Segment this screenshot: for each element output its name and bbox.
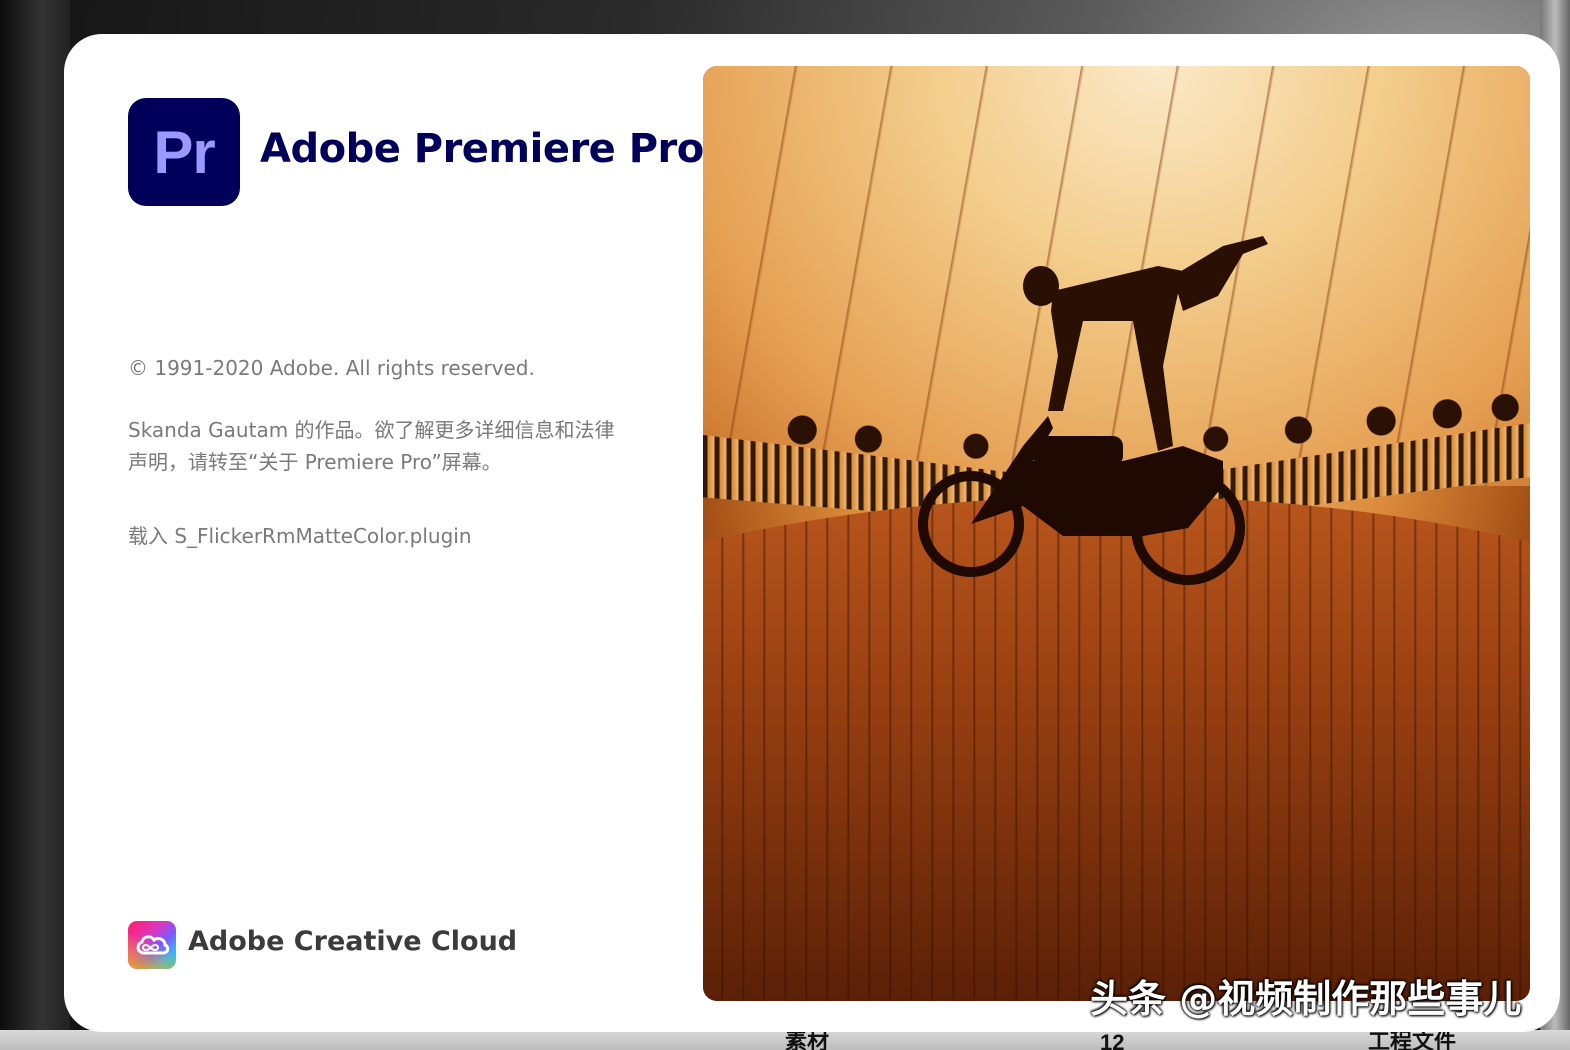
loading-status: 载入 S_FlickerRmMatteColor.plugin bbox=[128, 524, 472, 548]
creative-cloud-icon bbox=[128, 921, 176, 969]
app-title: Adobe Premiere Pro bbox=[260, 126, 704, 172]
splash-artwork-image bbox=[703, 66, 1530, 1001]
credit-line-2: 声明，请转至“关于 Premiere Pro”屏幕。 bbox=[128, 450, 502, 474]
desktop-bottom-strip: 素材 12 工程文件 bbox=[0, 1029, 1570, 1050]
credit-line-1: Skanda Gautam 的作品。欲了解更多详细信息和法律 bbox=[128, 418, 615, 442]
app-logo-text: Pr bbox=[153, 118, 215, 186]
watermark-text: 头条 @视频制作那些事儿 bbox=[1090, 977, 1522, 1021]
stunt-rider-silhouette bbox=[918, 236, 1268, 585]
premiere-pro-logo-icon: Pr bbox=[128, 98, 240, 206]
desktop-label-2[interactable]: 12 bbox=[1100, 1030, 1124, 1050]
creative-cloud-label: Adobe Creative Cloud bbox=[188, 926, 518, 957]
artwork-credit: Skanda Gautam 的作品。欲了解更多详细信息和法律 声明，请转至“关于… bbox=[128, 414, 648, 478]
splash-screen: Pr Adobe Premiere Pro © 1991-2020 Adobe.… bbox=[64, 34, 1560, 1032]
copyright-text: © 1991-2020 Adobe. All rights reserved. bbox=[128, 356, 535, 380]
